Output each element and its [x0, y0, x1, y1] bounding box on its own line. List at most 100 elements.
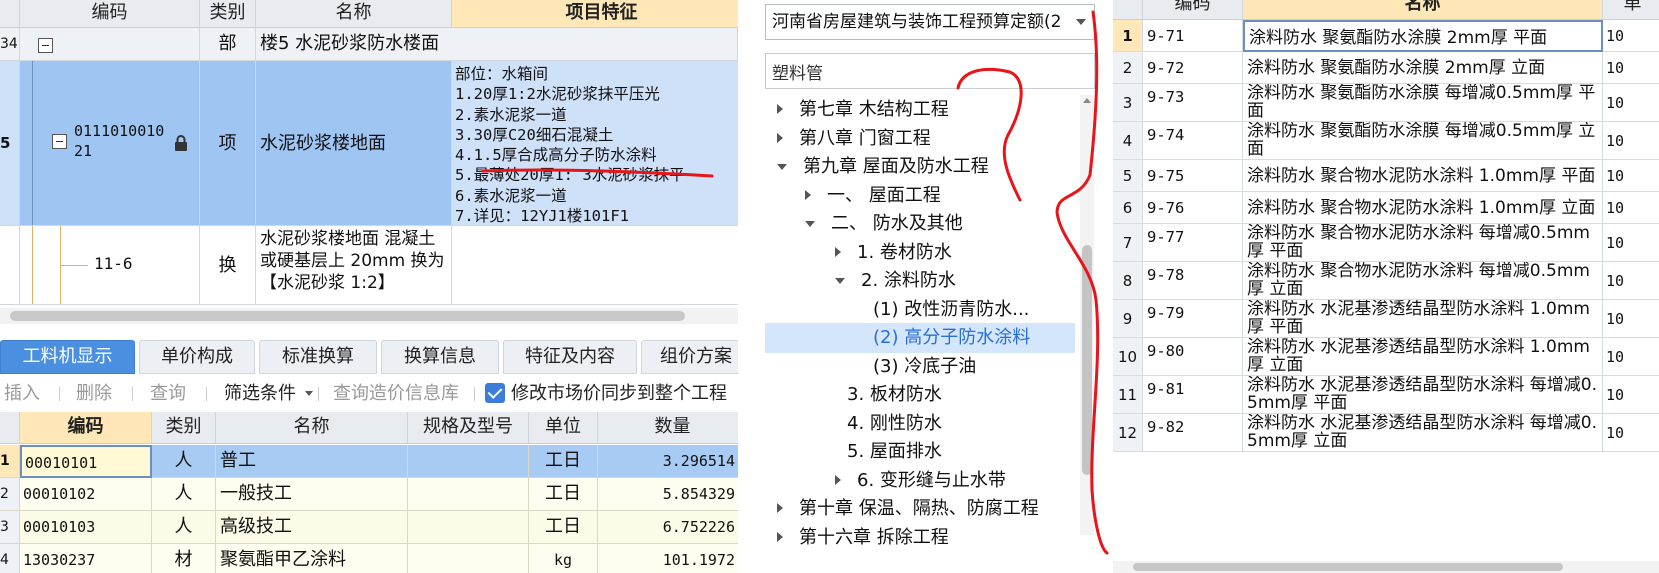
expand-icon[interactable] [835, 474, 841, 485]
horizontal-scrollbar[interactable] [1113, 561, 1659, 573]
cell-name[interactable]: 涂料防水 水泥基渗透结晶型防水涂料 每增减0.5mm厚 平面 [1243, 376, 1603, 414]
cell-unit[interactable]: 10 [1603, 84, 1659, 122]
cell-unit[interactable]: 10 [1603, 20, 1659, 52]
header-features[interactable]: 项目特征 [452, 0, 738, 28]
scrollbar-thumb[interactable] [1082, 245, 1092, 475]
tab-materials-display[interactable]: 工料机显示 [0, 340, 135, 374]
cell-code[interactable]: 9-78 [1143, 262, 1243, 300]
cell-code[interactable]: 9-82 [1143, 414, 1243, 452]
query-price-db-button[interactable]: 查询造价信息库 [333, 378, 459, 410]
tree-node-selected[interactable]: (2) 高分子防水涂料 [765, 323, 1075, 353]
cell-code[interactable]: 9-77 [1143, 224, 1243, 262]
tab-pricing-scheme[interactable]: 组价方案 [641, 340, 738, 374]
header-code[interactable]: 编码 [1143, 0, 1243, 20]
sync-market-price-checkbox[interactable]: 修改市场价同步到整个工程 [485, 378, 727, 410]
tree-node[interactable]: 1. 卷材防水 [765, 238, 1075, 268]
header-unit[interactable]: 单 [1603, 0, 1659, 20]
cell-name[interactable]: 涂料防水 水泥基渗透结晶型防水涂料 1.0mm厚 平面 [1243, 300, 1603, 338]
cell-quantity[interactable]: 101.1972 [598, 544, 738, 573]
cell-code[interactable]: 9-76 [1143, 192, 1243, 224]
cell-unit[interactable]: 工日 [529, 511, 598, 544]
scroll-up-icon[interactable] [1083, 98, 1091, 103]
header-unit[interactable]: 单位 [529, 412, 598, 444]
cell-code[interactable]: 9-79 [1143, 300, 1243, 338]
cell-spec[interactable] [408, 445, 529, 478]
table-row-code[interactable]: 0111010010 21 [20, 61, 200, 226]
tree-node[interactable]: 3. 板材防水 [765, 380, 1075, 410]
cell-unit[interactable]: 10 [1603, 300, 1659, 338]
table-row-features[interactable]: 部位：水箱间 1.20厚1:2水泥砂浆抹平压光 2.素水泥浆一道 3.30厚C2… [452, 61, 738, 226]
tree-node[interactable]: 4. 刚性防水 [765, 409, 1075, 439]
scrollbar-thumb[interactable] [1133, 563, 1563, 571]
cell-unit[interactable]: 工日 [529, 445, 598, 478]
collapse-icon[interactable] [835, 278, 845, 284]
cell-quantity[interactable]: 6.752226 [598, 511, 738, 544]
cell-name[interactable]: 普工 [216, 445, 408, 478]
cell-quantity[interactable]: 5.854329 [598, 478, 738, 511]
tab-unit-price[interactable]: 单价构成 [139, 340, 255, 374]
cell-unit[interactable]: 工日 [529, 478, 598, 511]
tab-standard-conversion[interactable]: 标准换算 [259, 340, 377, 374]
cell-unit[interactable]: 10 [1603, 338, 1659, 376]
vertical-scrollbar[interactable] [1080, 95, 1094, 535]
tree-node[interactable]: 第九章 屋面及防水工程 [765, 152, 1075, 182]
header-spec[interactable]: 规格及型号 [408, 412, 529, 444]
tree-node[interactable]: 第八章 门窗工程 [765, 124, 1075, 154]
tree-node[interactable]: 5. 屋面排水 [765, 437, 1075, 467]
table-row-name[interactable]: 水泥砂浆楼地面 [256, 61, 452, 226]
cell-quantity[interactable]: 3.296514 [598, 445, 738, 478]
horizontal-scrollbar[interactable] [0, 308, 738, 324]
expand-icon[interactable] [805, 189, 811, 200]
delete-button[interactable]: 删除 [76, 378, 112, 410]
table-row-name[interactable]: 楼5 水泥砂浆防水楼面 [256, 28, 738, 61]
cell-unit[interactable]: 10 [1603, 122, 1659, 160]
cell-code[interactable]: 9-75 [1143, 160, 1243, 192]
cell-code[interactable]: 9-81 [1143, 376, 1243, 414]
cell-name[interactable]: 一般技工 [216, 478, 408, 511]
cell-unit[interactable]: 10 [1603, 262, 1659, 300]
expand-icon[interactable] [777, 104, 783, 114]
cell-spec[interactable] [408, 511, 529, 544]
expand-icon[interactable] [777, 531, 783, 542]
tab-conversion-info[interactable]: 换算信息 [381, 340, 499, 374]
header-name[interactable]: 名称 [256, 0, 452, 28]
cell-unit[interactable]: 10 [1603, 376, 1659, 414]
table-row-name[interactable]: 水泥砂浆楼地面 混凝土 或硬基层上 20mm 换为 【水泥砂浆 1:2】 [256, 226, 452, 305]
cell-name[interactable]: 涂料防水 聚合物水泥防水涂料 每增减0.5mm厚 平面 [1243, 224, 1603, 262]
table-row-code[interactable] [20, 28, 200, 61]
cell-type[interactable]: 人 [152, 511, 216, 544]
search-input[interactable] [765, 53, 1095, 89]
cell-code[interactable]: 13030237 [20, 544, 152, 573]
cell-unit[interactable]: 10 [1603, 192, 1659, 224]
cell-name[interactable]: 涂料防水 水泥基渗透结晶型防水涂料 1.0mm厚 立面 [1243, 338, 1603, 376]
collapse-icon[interactable] [805, 221, 815, 227]
tab-features-content[interactable]: 特征及内容 [503, 340, 637, 374]
cell-unit[interactable]: 10 [1603, 414, 1659, 452]
tree-node[interactable]: (3) 冷底子油 [765, 352, 1075, 382]
cell-name[interactable]: 涂料防水 聚合物水泥防水涂料 每增减0.5mm厚 立面 [1243, 262, 1603, 300]
cell-name[interactable]: 涂料防水 聚合物水泥防水涂料 1.0mm厚 平面 [1243, 160, 1603, 192]
cell-code[interactable]: 9-72 [1143, 52, 1243, 84]
cell-name[interactable]: 聚氨酯甲乙涂料 [216, 544, 408, 573]
cell-name[interactable]: 涂料防水 聚氨酯防水涂膜 每增减0.5mm厚 平面 [1243, 84, 1603, 122]
table-row-type[interactable]: 换 [200, 226, 256, 305]
cell-name[interactable]: 涂料防水 聚氨酯防水涂膜 2mm厚 立面 [1243, 52, 1603, 84]
cell-code[interactable]: 9-71 [1143, 20, 1243, 52]
collapse-icon[interactable] [777, 164, 787, 170]
header-quantity[interactable]: 数量 [598, 412, 738, 444]
collapse-icon[interactable] [52, 134, 67, 149]
expand-icon[interactable] [835, 246, 841, 257]
cell-type[interactable]: 材 [152, 544, 216, 573]
tree-node[interactable]: 6. 变形缝与止水带 [765, 466, 1075, 496]
cell-code[interactable]: 00010103 [20, 511, 152, 544]
cell-code[interactable]: 00010101 [20, 445, 152, 478]
expand-icon[interactable] [777, 503, 783, 513]
scrollbar-thumb[interactable] [10, 311, 685, 321]
tree-node[interactable]: 第十六章 拆除工程 [765, 523, 1075, 553]
cell-code[interactable]: 00010102 [20, 478, 152, 511]
header-type[interactable]: 类别 [152, 412, 216, 444]
tree-node[interactable]: 2. 涂料防水 [765, 266, 1075, 296]
cell-code[interactable]: 9-73 [1143, 84, 1243, 122]
tree-node[interactable]: 第七章 木结构工程 [765, 95, 1075, 125]
quota-library-select[interactable]: 河南省房屋建筑与装饰工程预算定额(2 [765, 4, 1095, 40]
